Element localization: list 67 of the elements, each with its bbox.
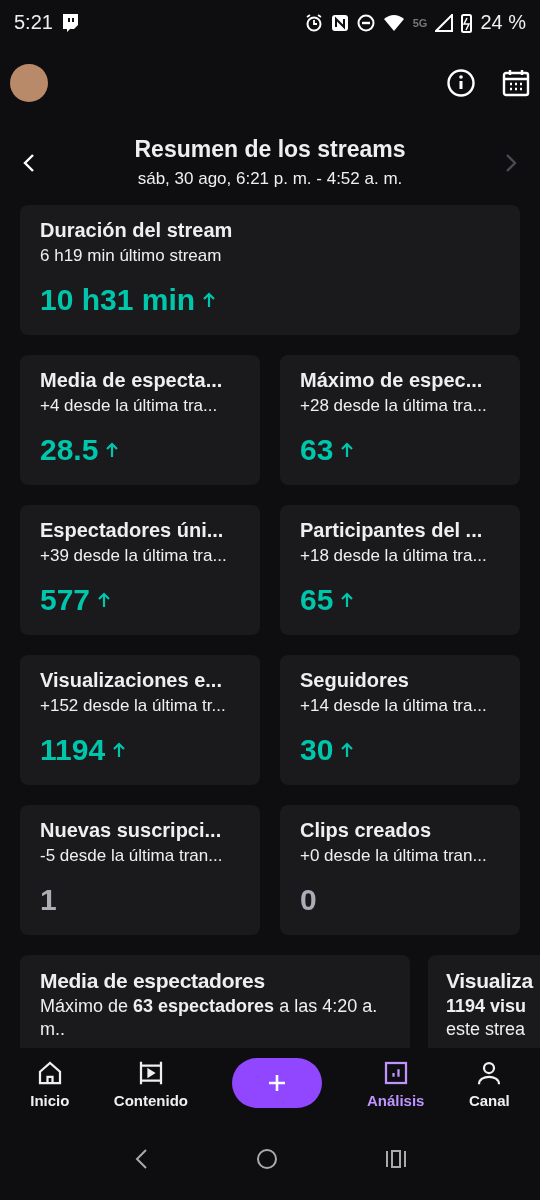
stat-title: Media de especta...	[40, 369, 224, 392]
wifi-icon	[382, 13, 405, 32]
info-icon[interactable]	[446, 67, 476, 98]
stat-comparison: +4 desde la última tra...	[40, 396, 219, 416]
clock-time: 5:21	[14, 11, 53, 34]
network-type: 5G	[412, 16, 428, 29]
stat-title: Clips creados	[300, 819, 433, 842]
stat-value: 63	[300, 433, 334, 467]
calendar-icon[interactable]	[502, 68, 530, 97]
stat-card[interactable]: Seguidores +14 desde la última tra... 30	[280, 655, 520, 785]
stat-value: 10 h31 min	[40, 283, 196, 317]
do-not-disturb-icon	[356, 13, 375, 32]
alarm-icon	[304, 13, 323, 32]
stat-comparison: 6 h19 min último stream	[40, 246, 223, 266]
signal-icon	[435, 13, 454, 32]
stat-value: 0	[300, 883, 317, 917]
recent-apps-icon[interactable]	[384, 1149, 407, 1169]
highlight-card[interactable]: Media de espectadores Máximo de 63 espectadores a las 4:20 a. m..	[20, 955, 410, 1048]
stat-title: Espectadores úni...	[40, 519, 225, 542]
stat-title: Seguidores	[300, 669, 410, 692]
stat-card[interactable]: Espectadores úni... +39 desde la última tra... 577	[20, 505, 260, 635]
highlight-title: Media de espectadores	[40, 969, 266, 993]
stat-comparison: +28 desde la última tra...	[300, 396, 488, 416]
stat-card[interactable]: Duración del stream 6 h19 min último stream 10 h31 min	[20, 205, 520, 335]
nav-tab[interactable]: Canal	[468, 1057, 510, 1109]
date-range: sáb, 30 ago, 6:21 p. m. - 4:52 a. m.	[137, 169, 403, 189]
battery-icon	[461, 12, 473, 33]
stat-comparison: +39 desde la última tra...	[40, 546, 228, 566]
stat-comparison: +18 desde la última tra...	[300, 546, 488, 566]
nav-tab[interactable]: Inicio	[30, 1057, 70, 1109]
stat-title: Participantes del ...	[300, 519, 484, 542]
home-circle-icon[interactable]	[256, 1148, 278, 1170]
stat-comparison: +0 desde la última tran...	[300, 846, 488, 866]
stat-comparison: -5 desde la última tran...	[40, 846, 224, 866]
nav-tab[interactable]: Análisis	[366, 1057, 425, 1109]
stat-value: 65	[300, 583, 334, 617]
stat-card[interactable]: Visualizaciones e... +152 desde la última tr... 1194	[20, 655, 260, 785]
chat-bubble-icon	[60, 12, 79, 33]
stat-value: 28.5	[40, 433, 99, 467]
stat-value: 1194	[40, 733, 106, 767]
stat-card[interactable]: Máximo de espec... +28 desde la última tra... 63	[280, 355, 520, 485]
stat-comparison: +152 desde la última tr...	[40, 696, 227, 716]
create-button[interactable]	[232, 1058, 323, 1108]
stat-title: Duración del stream	[40, 219, 234, 242]
page-title: Resumen de los streams	[134, 136, 406, 163]
highlight-card[interactable]: Visualiza 1194 visu este strea	[428, 955, 540, 1048]
highlight-title: Visualiza	[446, 969, 535, 993]
stat-title: Máximo de espec...	[300, 369, 484, 392]
stat-title: Nuevas suscripci...	[40, 819, 223, 842]
back-icon[interactable]	[133, 1148, 150, 1170]
nav-tab[interactable]: Contenido	[113, 1057, 188, 1109]
stat-card[interactable]: Clips creados +0 desde la última tran... 0	[280, 805, 520, 935]
stat-value: 30	[300, 733, 334, 767]
plus-icon	[267, 1073, 288, 1093]
back-chevron-icon[interactable]	[22, 151, 36, 174]
stat-comparison: +14 desde la última tra...	[300, 696, 488, 716]
stat-title: Visualizaciones e...	[40, 669, 223, 692]
stat-card[interactable]: Media de especta... +4 desde la última tra... 28.5	[20, 355, 260, 485]
stat-card[interactable]: Nuevas suscripci... -5 desde la última tran... 1	[20, 805, 260, 935]
highlight-description: Máximo de 63 espectadores a las 4:20 a. m..	[40, 995, 379, 1041]
stat-value: 1	[40, 883, 57, 917]
avatar[interactable]	[10, 63, 48, 102]
highlight-description: 1194 visu este strea	[446, 995, 528, 1041]
stat-card[interactable]: Participantes del ... +18 desde la última tra... 65	[280, 505, 520, 635]
nfc-icon	[330, 13, 349, 32]
stat-value: 577	[40, 583, 91, 617]
battery-percent: 24 %	[480, 11, 526, 34]
